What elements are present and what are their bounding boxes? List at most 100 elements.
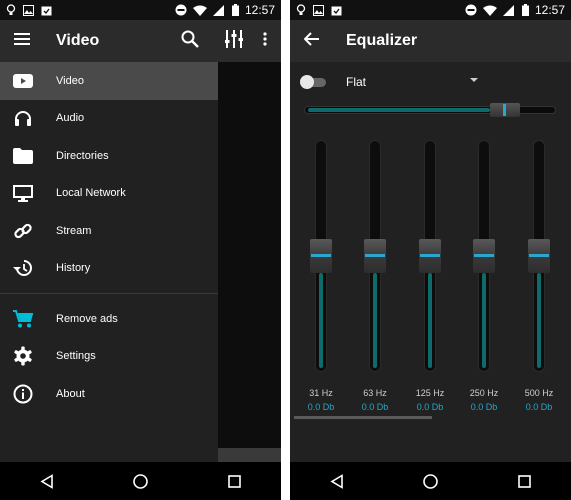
- nav-home-icon[interactable]: [133, 473, 149, 489]
- cell-signal-icon: [502, 4, 514, 16]
- task-icon: [331, 6, 342, 15]
- band-sliders: 31 Hz 0.0 Db 63 Hz 0.0 Db 125 Hz 0.0 Db …: [290, 140, 571, 412]
- cart-icon: [12, 308, 34, 330]
- clock: 12:57: [244, 3, 275, 17]
- image-icon: [23, 4, 34, 16]
- info-icon: [12, 383, 34, 405]
- preamp-fill: [308, 108, 490, 112]
- system-nav-bar: [290, 462, 571, 500]
- headphones-icon: [12, 107, 34, 129]
- band-250hz: 250 Hz 0.0 Db: [457, 140, 511, 440]
- cell-signal-icon: [212, 4, 224, 16]
- page-title: Video: [56, 32, 100, 49]
- preset-dropdown[interactable]: Flat: [346, 75, 366, 89]
- page-title: Equalizer: [346, 32, 418, 49]
- nav-recents-icon[interactable]: [518, 474, 531, 488]
- drawer-item-history[interactable]: History: [0, 250, 218, 288]
- battery-icon: [521, 4, 529, 16]
- drawer-item-label: Stream: [56, 224, 92, 237]
- drawer-item-stream[interactable]: Stream: [0, 212, 218, 250]
- bulb-icon: [296, 4, 306, 15]
- drawer-item-label: Video: [56, 74, 84, 87]
- app-toolbar: Video: [0, 20, 281, 62]
- drawer-item-label: Remove ads: [56, 312, 118, 325]
- band-fill: [428, 273, 432, 368]
- preamp-slider[interactable]: [304, 103, 556, 117]
- monitor-icon: [12, 182, 34, 204]
- drawer-scrim[interactable]: [218, 62, 281, 462]
- right-screen: 12:57 Equalizer Flat 31 Hz 0.0 Db 63 Hz …: [290, 0, 571, 500]
- band-31hz: 31 Hz 0.0 Db: [294, 140, 348, 440]
- drawer-item-about[interactable]: About: [0, 375, 218, 413]
- drawer-item-settings[interactable]: Settings: [0, 338, 218, 376]
- band-thumb[interactable]: [310, 239, 332, 273]
- clock: 12:57: [534, 3, 565, 17]
- band-gain: 0.0 Db: [307, 402, 335, 412]
- drawer-divider: [0, 293, 218, 294]
- battery-icon: [231, 4, 239, 16]
- band-frequency: 250 Hz: [469, 388, 499, 398]
- band-gain: 0.0 Db: [470, 402, 498, 412]
- status-bar: 12:57: [0, 0, 281, 20]
- system-nav-bar: [0, 462, 281, 500]
- status-bar: 12:57: [290, 0, 571, 20]
- drawer-item-label: Settings: [56, 350, 96, 363]
- navigation-drawer: Video Audio Directories Local Network St…: [0, 62, 218, 462]
- bulb-icon: [6, 4, 16, 15]
- gear-icon: [12, 345, 34, 367]
- left-screen: 12:57 Video Video Audio Directories Loca…: [0, 0, 281, 500]
- nav-back-icon[interactable]: [40, 473, 54, 489]
- band-500hz: 500 Hz 0.0 Db: [512, 140, 566, 440]
- nav-back-icon[interactable]: [330, 473, 344, 489]
- band-frequency: 125 Hz: [415, 388, 445, 398]
- drawer-item-label: About: [56, 387, 85, 400]
- drawer-item-directories[interactable]: Directories: [0, 137, 218, 175]
- band-fill: [537, 273, 541, 368]
- drawer-item-audio[interactable]: Audio: [0, 100, 218, 138]
- drawer-item-label: Directories: [56, 149, 109, 162]
- drawer-item-video[interactable]: Video: [0, 62, 218, 100]
- folder-icon: [12, 145, 34, 167]
- preamp-thumb[interactable]: [489, 103, 520, 117]
- preset-row: Flat: [300, 72, 561, 92]
- equalizer-enable-toggle[interactable]: [300, 75, 328, 89]
- band-frequency: 31 Hz: [309, 388, 333, 398]
- drawer-item-remove-ads[interactable]: Remove ads: [0, 300, 218, 338]
- drawer-item-label: Local Network: [56, 187, 126, 200]
- band-63hz: 63 Hz 0.0 Db: [348, 140, 402, 440]
- app-toolbar: Equalizer: [290, 20, 571, 62]
- band-frequency: 500 Hz: [524, 388, 554, 398]
- task-icon: [41, 6, 52, 15]
- wifi-icon: [482, 5, 497, 16]
- band-fill: [482, 273, 486, 368]
- chevron-down-icon[interactable]: [470, 78, 478, 82]
- band-thumb[interactable]: [528, 239, 550, 273]
- band-fill: [373, 273, 377, 368]
- equalizer-icon[interactable]: [224, 29, 244, 53]
- search-icon[interactable]: [181, 30, 199, 53]
- drawer-item-local-network[interactable]: Local Network: [0, 175, 218, 213]
- band-fill: [319, 273, 323, 368]
- more-vert-icon[interactable]: [263, 31, 267, 51]
- band-gain: 0.0 Db: [416, 402, 444, 412]
- equalizer-panel: Flat 31 Hz 0.0 Db 63 Hz 0.0 Db 125 Hz 0.…: [290, 62, 571, 462]
- arrow-back-icon[interactable]: [303, 31, 319, 51]
- hamburger-icon[interactable]: [14, 32, 30, 50]
- horizontal-scrollbar[interactable]: [294, 416, 432, 419]
- youtube-icon: [12, 70, 34, 92]
- band-thumb[interactable]: [364, 239, 386, 273]
- wifi-icon: [192, 5, 207, 16]
- dnd-icon: [465, 4, 477, 16]
- link-icon: [12, 220, 34, 242]
- drawer-item-label: History: [56, 262, 91, 275]
- nav-home-icon[interactable]: [423, 473, 439, 489]
- nav-recents-icon[interactable]: [228, 474, 241, 488]
- band-gain: 0.0 Db: [525, 402, 553, 412]
- band-125hz: 125 Hz 0.0 Db: [403, 140, 457, 440]
- band-gain: 0.0 Db: [361, 402, 389, 412]
- band-thumb[interactable]: [473, 239, 495, 273]
- image-icon: [313, 4, 324, 16]
- band-thumb[interactable]: [419, 239, 441, 273]
- dnd-icon: [175, 4, 187, 16]
- history-icon: [12, 257, 34, 279]
